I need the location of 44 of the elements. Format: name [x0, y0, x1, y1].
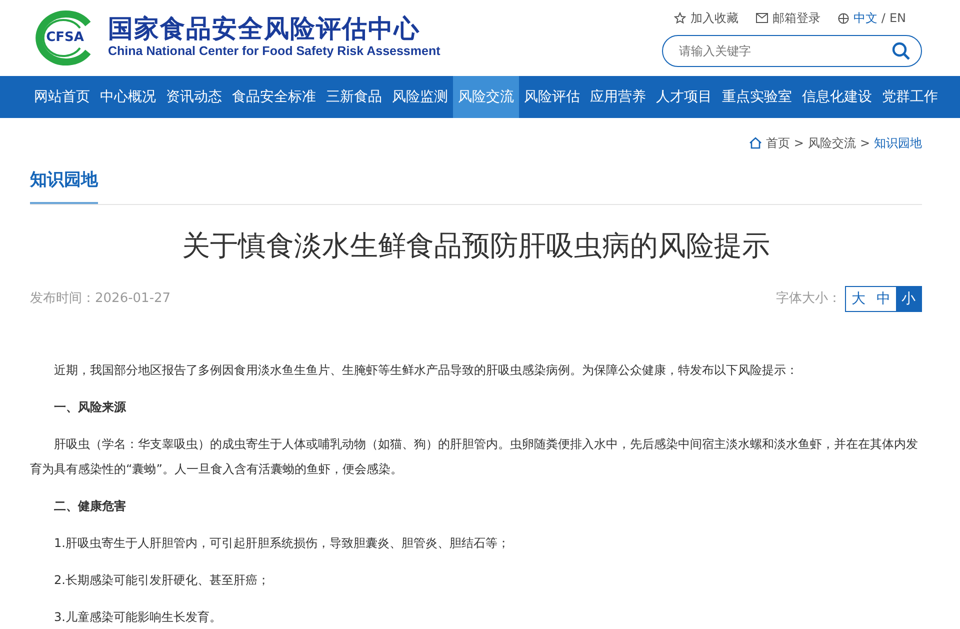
language-link[interactable]: 中文 — [853, 9, 878, 27]
list-item: 3.儿童感染可能影响生长发育。 — [53, 609, 222, 626]
nav-item[interactable]: 风险监测 — [387, 76, 453, 118]
home-icon — [748, 137, 762, 149]
breadcrumb-separator: > — [860, 135, 870, 152]
nav-item[interactable]: 重点实验室 — [717, 76, 797, 118]
publish-date: 发布时间：2026-01-27 — [30, 290, 171, 308]
nav-item[interactable]: 党群工作 — [877, 76, 943, 118]
language-link[interactable]: EN — [889, 9, 906, 27]
list-item: 1.肝吸虫寄生于人肝胆管内，可引起肝胆系统损伤，导致胆囊炎、胆管炎、胆结石等； — [53, 535, 510, 552]
breadcrumb-link[interactable]: 风险交流 — [808, 134, 856, 152]
nav-item[interactable]: 风险评估 — [519, 76, 585, 118]
nav-item[interactable]: 应用营养 — [585, 76, 651, 118]
nav-item[interactable]: 人才项目 — [651, 76, 717, 118]
paragraph: 近期，我国部分地区报告了多例因食用淡水鱼生鱼片、生腌虾等生鲜水产品导致的肝吸虫感染病例。为保障公众健康，特发布以下风险提示： — [53, 362, 799, 380]
separator-slash: / — [881, 10, 886, 27]
nav-item[interactable]: 风险交流 — [453, 76, 519, 118]
nav-item[interactable]: 食品安全标准 — [227, 76, 321, 118]
site-subtitle: China National Center for Food Safety Risk Assessment — [108, 43, 440, 60]
logo-emblem[interactable]: CFSA — [30, 10, 100, 66]
list-item: 2.长期感染可能引发肝硬化、甚至肝癌； — [53, 572, 270, 590]
section-heading: 二、健康危害 — [53, 498, 127, 516]
breadcrumb-link[interactable]: 首页 — [766, 134, 790, 152]
top-link[interactable]: 邮箱登录 — [772, 9, 820, 27]
nav-item[interactable]: 网站首页 — [29, 76, 95, 118]
breadcrumb-separator: > — [794, 135, 804, 152]
nav-item[interactable]: 资讯动态 — [161, 76, 227, 118]
breadcrumb-link[interactable]: 知识园地 — [874, 134, 922, 152]
search-field[interactable]: 请输入关键字 — [662, 35, 922, 67]
globe-icon — [838, 12, 850, 24]
top-link[interactable]: 加入收藏 — [690, 9, 738, 27]
nav-item[interactable]: 中心概况 — [95, 76, 161, 118]
nav-item[interactable]: 三新食品 — [321, 76, 387, 118]
search-icon — [892, 42, 910, 60]
section-title: 知识园地 — [30, 168, 98, 204]
nav-item[interactable]: 信息化建设 — [797, 76, 877, 118]
font-size-label: 字体大小： — [776, 290, 841, 308]
site-title: 国家食品安全风险评估中心 — [108, 14, 421, 42]
paragraph: 肝吸虫（学名：华支睾吸虫）的成虫寄生于人体或哺乳动物（如猫、狗）的肝胆管内。虫卵随粪便排入水中，先后感染中间宿主淡水螺和淡水鱼虾，并在在其体内发育为具有感染性的“囊蚴”。人一旦食入含有活囊蚴的鱼虾，便会感染。 — [30, 436, 919, 478]
font-size-button[interactable]: 小 — [896, 287, 921, 312]
star-icon — [674, 12, 686, 24]
mail-icon — [756, 13, 768, 23]
section-heading: 一、风险来源 — [53, 399, 127, 416]
article-title: 关于慎食淡水生鲜食品预防肝吸虫病的风险提示 — [181, 228, 771, 262]
